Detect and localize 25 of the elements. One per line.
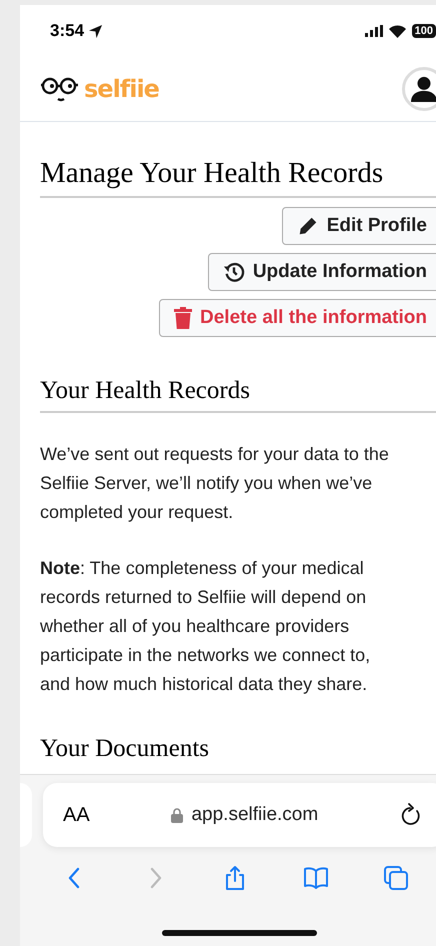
page-title: Manage Your Health Records	[40, 157, 436, 198]
text-size-button[interactable]: AA	[63, 804, 90, 826]
section-heading: Your Documents	[40, 735, 210, 763]
book-icon[interactable]	[302, 865, 329, 891]
location-icon	[88, 24, 104, 38]
wifi-icon	[388, 24, 406, 38]
section-heading: Your Health Records	[40, 377, 436, 413]
battery-level: 100	[412, 24, 436, 38]
update-button[interactable]: Update Information	[208, 253, 436, 291]
logo-text: selfiie	[84, 75, 159, 103]
reload-icon[interactable]	[400, 803, 422, 827]
paragraph: We’ve sent out requests for your data to the Selfiie Server, we’ll notify you when we’ve completed your request.	[40, 443, 390, 524]
profile-avatar-button[interactable]	[402, 67, 436, 111]
status-time: 3:54	[50, 21, 84, 41]
url-text: app.selfiie.com	[191, 804, 318, 826]
history-icon	[222, 261, 245, 283]
delete-button[interactable]: Delete all the information	[159, 299, 436, 337]
signal-icon	[364, 25, 383, 37]
lock-icon	[171, 808, 184, 822]
tabs-icon[interactable]	[382, 865, 409, 891]
address-bar[interactable]: AA app.selfiie.com	[43, 783, 436, 847]
edit-button[interactable]: Edit Profile	[282, 207, 436, 245]
person-icon	[411, 75, 436, 103]
trash-icon	[174, 307, 192, 329]
paragraph: Note: The completeness of your medical records returned to Selfiie will depend on whether all of you healthcare providers participate in the networks we connect to, and how much historical data they share.	[40, 557, 372, 696]
